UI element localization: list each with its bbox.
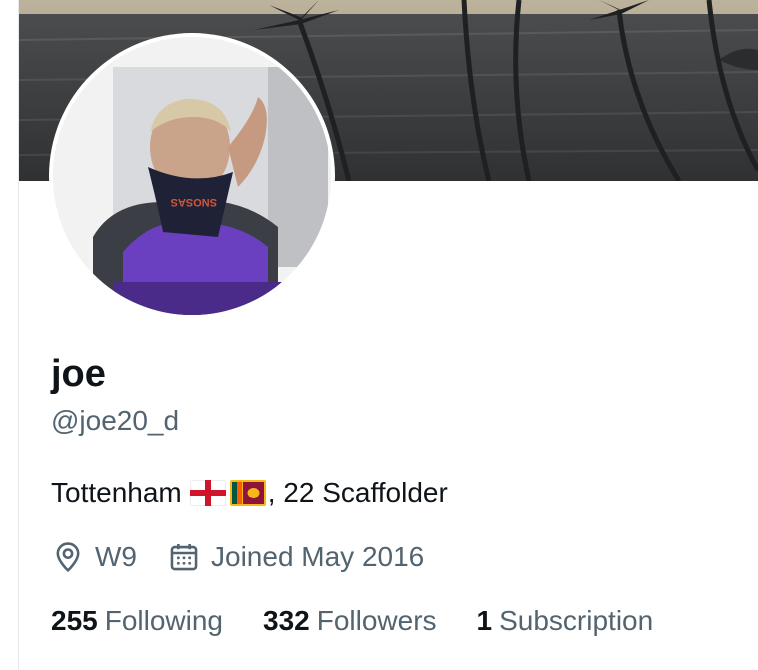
following-count: 255 — [51, 605, 98, 636]
following-label: Following — [104, 605, 223, 636]
join-date-text: Joined May 2016 — [211, 541, 425, 572]
england-flag — [189, 480, 226, 506]
bio: Tottenham , 22 Scaffolder — [51, 474, 448, 512]
avatar[interactable]: SNOSAS — [53, 37, 331, 315]
profile-stats: 255 Following 332 Followers 1 Subscripti… — [51, 601, 693, 641]
profile-page: SNOSAS joe @joe20_d Tottenham , 22 Scaff… — [0, 0, 758, 670]
subscriptions-link[interactable]: 1 Subscription — [477, 605, 654, 637]
svg-text:SNOSAS: SNOSAS — [171, 196, 217, 208]
subscriptions-label: Subscription — [499, 605, 654, 636]
followers-count: 332 — [263, 605, 310, 636]
bio-text: Tottenham — [51, 477, 182, 508]
bio-text-suffix: , 22 Scaffolder — [267, 477, 448, 508]
sri-lanka-flag — [229, 480, 266, 506]
location-text: W9 — [95, 541, 137, 572]
following-link[interactable]: 255 Following — [51, 605, 223, 637]
subscriptions-count: 1 — [476, 605, 493, 636]
location-pin-icon — [51, 540, 85, 574]
join-date: Joined May 2016 — [167, 540, 424, 574]
calendar-icon — [167, 540, 201, 574]
display-name: joe — [51, 353, 106, 395]
location: W9 — [51, 540, 137, 574]
followers-link[interactable]: 332 Followers — [263, 605, 437, 637]
user-handle: @joe20_d — [51, 405, 180, 436]
profile-meta: W9 Joined May 2016 — [51, 537, 454, 577]
followers-label: Followers — [316, 605, 437, 636]
avatar-border: SNOSAS — [49, 33, 335, 319]
